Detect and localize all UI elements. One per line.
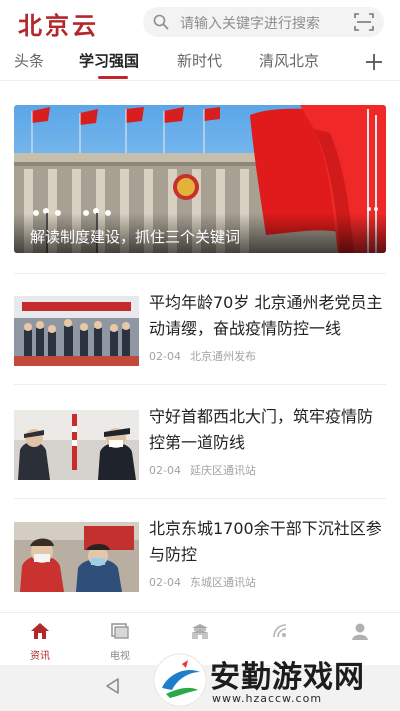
tab-qingfeng-beijing[interactable]: 清风北京 xyxy=(259,50,319,71)
news-item[interactable]: 守好首都西北大门，筑牢疫情防控第一道防线 02-04 延庆区通讯站 xyxy=(14,398,386,488)
news-title: 北京东城1700余干部下沉社区参与防控 xyxy=(149,519,382,564)
tabs-divider xyxy=(0,80,400,81)
list-divider xyxy=(14,273,386,274)
news-thumbnail xyxy=(14,522,139,592)
plus-icon[interactable] xyxy=(364,52,384,72)
news-meta: 02-04 延庆区通讯站 xyxy=(149,462,256,478)
carousel-dot xyxy=(374,207,378,211)
news-meta: 02-04 北京通州发布 xyxy=(149,348,256,364)
search-placeholder: 请输入关键字进行搜索 xyxy=(180,16,320,32)
news-item[interactable]: 平均年龄70岁 北京通州老党员主动请缨，奋战疫情防控一线 02-04 北京通州发布 xyxy=(14,284,386,374)
news-title: 守好首都西北大门，筑牢疫情防控第一道防线 xyxy=(149,407,374,452)
scan-icon[interactable] xyxy=(354,13,374,31)
list-divider xyxy=(14,498,386,499)
channel-tabs: 头条 学习强国 新时代 清风北京 xyxy=(0,44,400,80)
carousel-dot xyxy=(367,207,371,211)
user-icon xyxy=(352,623,368,640)
tab-new-era[interactable]: 新时代 xyxy=(177,50,222,71)
tab-headlines[interactable]: 头条 xyxy=(14,50,44,71)
tv-icon xyxy=(111,623,129,639)
news-date: 02-04 xyxy=(149,464,181,477)
search-icon xyxy=(153,14,169,30)
news-title: 平均年龄70岁 北京通州老党员主动请缨，奋战疫情防控一线 xyxy=(149,293,383,338)
news-source: 东城区通讯站 xyxy=(189,576,256,589)
news-date: 02-04 xyxy=(149,350,181,363)
watermark-name: 安勤游戏网 xyxy=(210,660,365,695)
banner-caption: 解读制度建设，抓住三个关键词 xyxy=(30,228,241,246)
app-logo[interactable]: 北京云 xyxy=(18,6,99,41)
news-meta: 02-04 东城区通讯站 xyxy=(149,574,256,590)
back-icon[interactable] xyxy=(104,677,120,695)
tab-xuexi-qiangguo[interactable]: 学习强国 xyxy=(79,50,139,71)
nav-news-label: 资讯 xyxy=(30,651,50,662)
watermark-url: www.hzaccw.com xyxy=(212,692,323,705)
banner-carousel[interactable]: 解读制度建设，抓住三个关键词 xyxy=(14,105,386,253)
news-thumbnail xyxy=(14,410,139,480)
news-item[interactable]: 北京东城1700余干部下沉社区参与防控 02-04 东城区通讯站 xyxy=(14,510,386,600)
carousel-dots xyxy=(364,196,378,215)
broadcast-icon xyxy=(273,624,287,638)
news-source: 延庆区通讯站 xyxy=(189,464,256,477)
news-thumbnail xyxy=(14,296,139,366)
tiananmen-icon xyxy=(191,624,209,639)
home-icon xyxy=(31,623,49,639)
watermark-logo xyxy=(153,653,207,707)
list-divider xyxy=(14,384,386,385)
tabs-fade xyxy=(318,44,360,80)
app-header: 北京云 请输入关键字进行搜索 xyxy=(0,0,400,44)
nav-news[interactable]: 资讯 xyxy=(10,613,70,665)
active-tab-indicator xyxy=(98,76,128,79)
nav-tv[interactable]: 电视 xyxy=(90,613,150,665)
news-source: 北京通州发布 xyxy=(189,350,256,363)
nav-tv-label: 电视 xyxy=(110,651,130,662)
news-date: 02-04 xyxy=(149,576,181,589)
search-bar[interactable]: 请输入关键字进行搜索 xyxy=(143,7,384,37)
